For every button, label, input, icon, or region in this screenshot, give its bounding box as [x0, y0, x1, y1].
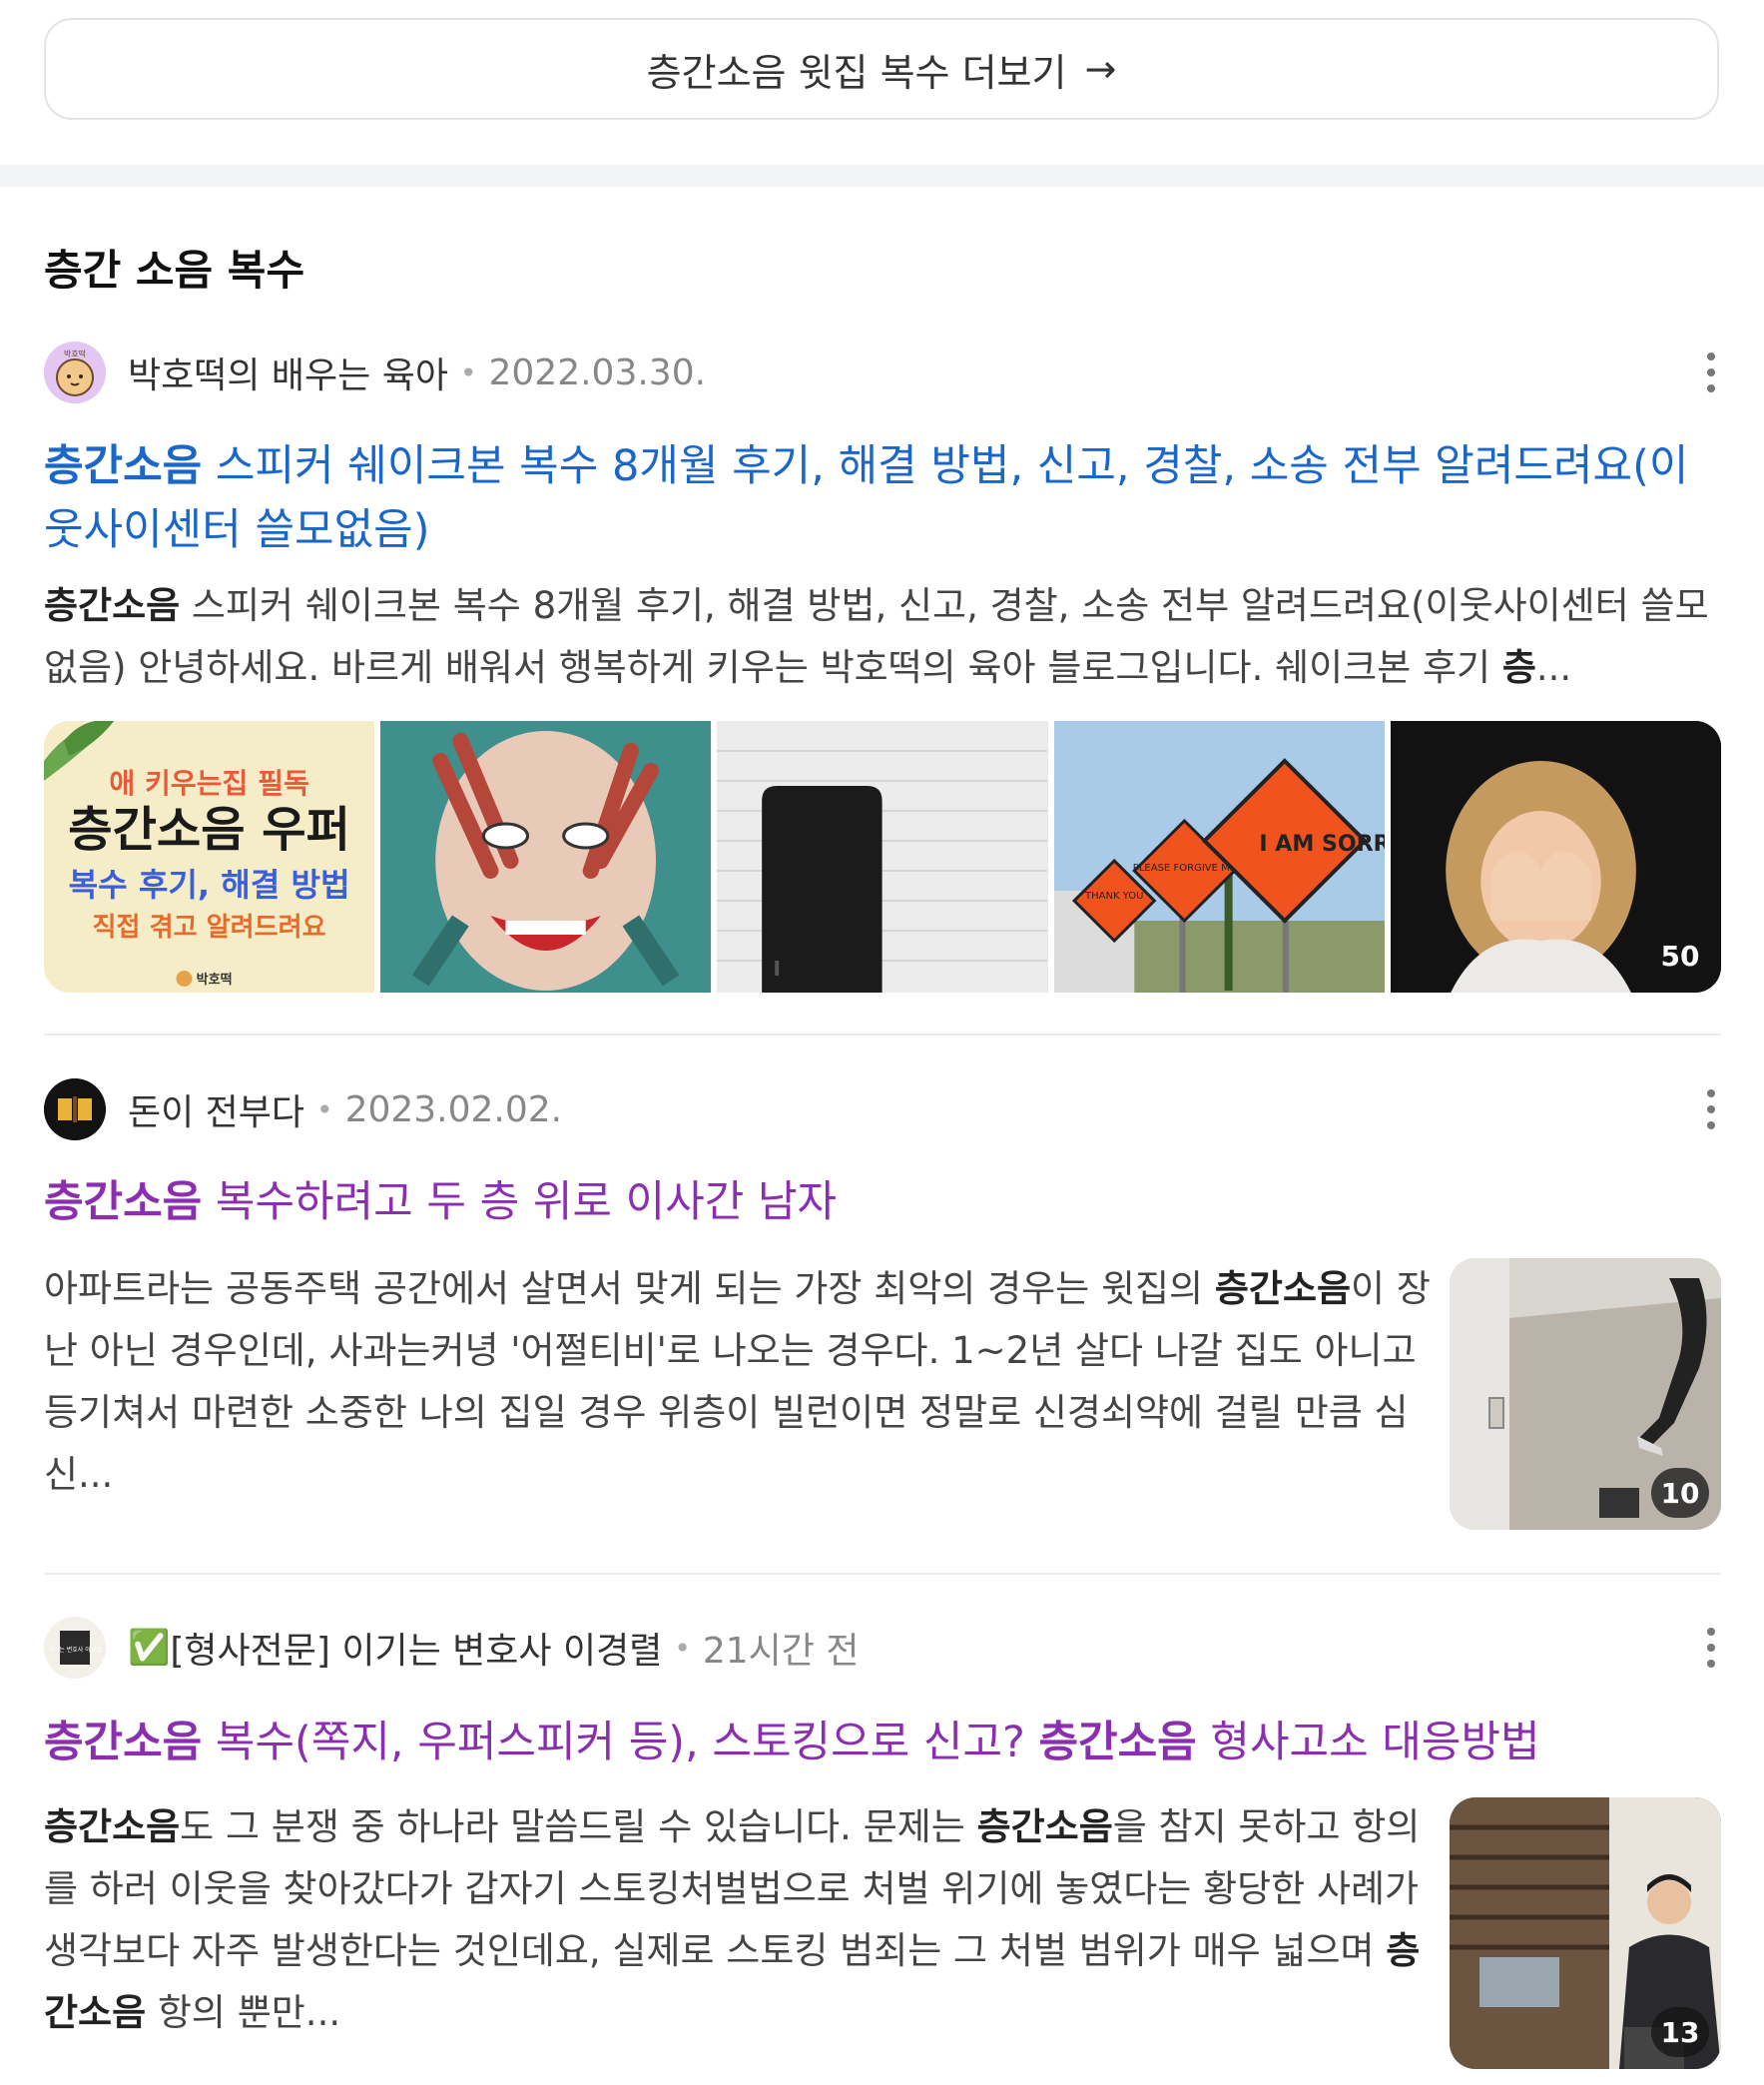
poster-line-3: 복수 후기, 해결 방법: [69, 866, 350, 904]
divider: [44, 1573, 1721, 1575]
gallery-image-face[interactable]: [380, 721, 712, 993]
snippet-tail-highlight: 층: [1501, 646, 1536, 689]
title-text-end: 형사고소 대응방법: [1196, 1718, 1540, 1767]
poster-line-4: 직접 겪고 알려드려요: [93, 913, 326, 943]
title-highlight-2: 층간소음: [1038, 1718, 1197, 1767]
post-title[interactable]: 층간소음 복수(쪽지, 우퍼스피커 등), 스토킹으로 신고? 층간소음 형사고…: [44, 1711, 1721, 1774]
snippet-text-a: 도 그 분쟁 중 하나라 말씀드릴 수 있습니다. 문제는: [180, 1805, 977, 1848]
gallery-image-signs[interactable]: THANK YOU PLEASE FORGIVE ME I AM SORR: [1053, 721, 1385, 993]
post-meta: 이기는 변호사 이경렬 ✅ [형사전문] 이기는 변호사 이경렬 • 21시간 …: [44, 1616, 1721, 1680]
avatar-label: 박호떡: [64, 348, 86, 358]
snippet-text-a: 아파트라는 공동주택 공간에서 살면서 맞게 되는 가장 최악의 경우는 윗집의: [44, 1267, 1215, 1310]
avatar[interactable]: 이기는 변호사 이경렬: [44, 1617, 106, 1679]
post-snippet[interactable]: 층간소음도 그 분쟁 중 하나라 말씀드릴 수 있습니다. 문제는 층간소음을 …: [44, 1796, 1432, 2044]
section-separator: [0, 165, 1764, 187]
more-results-area: 층간소음 윗집 복수 더보기 →: [0, 0, 1764, 165]
image-gallery[interactable]: 애 키우는집 필독 층간소음 우퍼 복수 후기, 해결 방법 직접 겪고 알려드…: [44, 721, 1721, 993]
post-date: 21시간 전: [702, 1631, 860, 1672]
more-results-button[interactable]: 층간소음 윗집 복수 더보기 →: [44, 18, 1719, 120]
snippet-highlight: 층간소음: [44, 584, 181, 627]
sign-text-thank-you: THANK YOU: [1084, 891, 1144, 902]
post-snippet[interactable]: 아파트라는 공동주택 공간에서 살면서 맞게 되는 가장 최악의 경우는 윗집의…: [44, 1258, 1432, 1506]
post-meta: 돈이 전부다 • 2023.02.02.: [44, 1077, 1721, 1141]
image-count-badge: 50: [1651, 931, 1710, 981]
verified-check-icon: ✅: [128, 1628, 171, 1668]
image-count-badge: 13: [1651, 2007, 1709, 2057]
snippet-highlight-1: 층간소음: [44, 1805, 181, 1848]
title-highlight-1: 층간소음: [44, 1718, 203, 1767]
sign-text-sorry: I AM SORR: [1259, 832, 1385, 857]
snippet-highlight: 층간소음: [1214, 1267, 1352, 1310]
author-name[interactable]: 돈이 전부다: [128, 1083, 304, 1135]
more-results-label: 층간소음 윗집 복수 더보기: [646, 50, 1067, 95]
sign-text-forgive: PLEASE FORGIVE ME: [1132, 863, 1235, 874]
post-date: 2023.02.02.: [344, 1088, 563, 1130]
title-text: 스피커 쉐이크본 복수 8개월 후기, 해결 방법, 신고, 경찰, 소송 전부…: [44, 441, 1689, 555]
post-snippet[interactable]: 층간소음 스피커 쉐이크본 복수 8개월 후기, 해결 방법, 신고, 경찰, …: [44, 575, 1721, 699]
gallery-image-child[interactable]: 50: [1390, 721, 1721, 993]
post-meta: 박호떡 박호떡의 배우는 육아 • 2022.03.30.: [44, 341, 1721, 404]
more-options-icon[interactable]: [1701, 1624, 1721, 1672]
title-highlight: 층간소음: [44, 1177, 203, 1227]
separator-dot: •: [674, 1631, 691, 1665]
post-thumbnail[interactable]: 13: [1450, 1797, 1721, 2069]
more-options-icon[interactable]: [1701, 1085, 1721, 1133]
avatar[interactable]: [44, 1078, 106, 1140]
poster-line-2: 층간소음 우퍼: [68, 802, 350, 858]
image-count-badge: 10: [1651, 1468, 1709, 1518]
post-thumbnail[interactable]: 10: [1450, 1258, 1721, 1530]
arrow-right-icon: →: [1084, 47, 1117, 91]
snippet-text-c: 항의 뿐만...: [146, 1991, 341, 2034]
author-name[interactable]: [형사전문] 이기는 변호사 이경렬: [170, 1622, 662, 1674]
section-title: 층간 소음 복수: [44, 246, 305, 295]
avatar[interactable]: 박호떡: [44, 342, 106, 403]
snippet-ellipsis: ...: [1535, 646, 1572, 689]
more-options-icon[interactable]: [1701, 348, 1721, 396]
separator-dot: •: [459, 355, 477, 389]
post-date: 2022.03.30.: [488, 351, 707, 393]
gallery-image-door[interactable]: [717, 721, 1048, 993]
blog-section: 층간 소음 복수 박호떡 박호떡의 배우는 육아 • 2022.03.30. 층…: [0, 187, 1764, 2085]
snippet-text: 스피커 쉐이크본 복수 8개월 후기, 해결 방법, 신고, 경찰, 소송 전부…: [44, 584, 1709, 689]
avatar-label: 이기는 변호사 이경렬: [48, 1646, 102, 1654]
poster-line-1: 애 키우는집 필독: [109, 767, 309, 800]
divider: [44, 1034, 1721, 1036]
separator-dot: •: [316, 1092, 333, 1126]
gallery-image-poster[interactable]: 애 키우는집 필독 층간소음 우퍼 복수 후기, 해결 방법 직접 겪고 알려드…: [44, 721, 375, 993]
post-title[interactable]: 층간소음 복수하려고 두 층 위로 이사간 남자: [44, 1170, 1721, 1234]
title-highlight: 층간소음: [44, 441, 203, 491]
title-text-mid: 복수(쪽지, 우퍼스피커 등), 스토킹으로 신고?: [202, 1718, 1039, 1767]
title-text: 복수하려고 두 층 위로 이사간 남자: [202, 1177, 838, 1227]
poster-line-5: 박호떡: [197, 972, 233, 988]
snippet-highlight-2: 층간소음: [976, 1805, 1113, 1848]
author-name[interactable]: 박호떡의 배우는 육아: [128, 347, 448, 398]
post-title[interactable]: 층간소음 스피커 쉐이크본 복수 8개월 후기, 해결 방법, 신고, 경찰, …: [44, 434, 1721, 562]
